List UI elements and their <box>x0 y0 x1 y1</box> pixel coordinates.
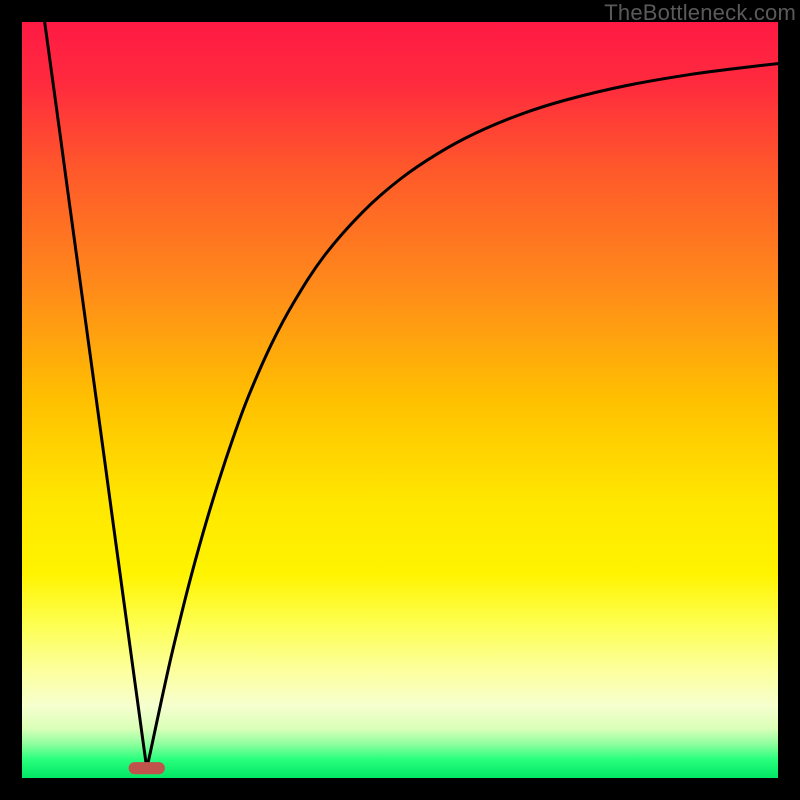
gradient-background <box>22 22 778 778</box>
chart-plot-area <box>22 22 778 778</box>
vertex-marker <box>129 762 165 774</box>
chart-svg <box>22 22 778 778</box>
chart-frame: TheBottleneck.com <box>0 0 800 800</box>
watermark-text: TheBottleneck.com <box>604 0 796 26</box>
